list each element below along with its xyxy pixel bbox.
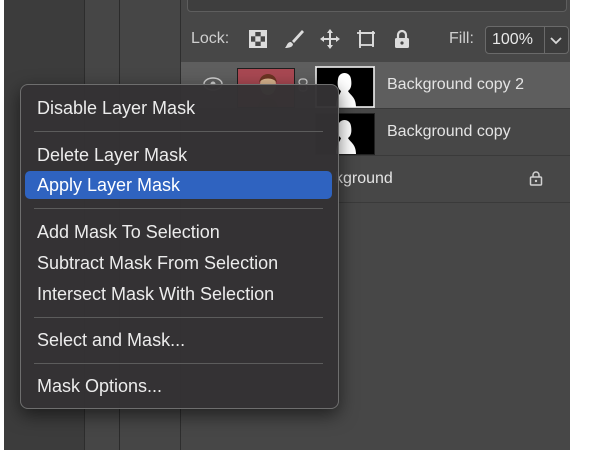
lock-all-icon[interactable] bbox=[391, 28, 413, 50]
menu-item-delete-layer-mask[interactable]: Delete Layer Mask bbox=[25, 141, 332, 169]
fill-label: Fill: bbox=[449, 30, 474, 47]
layer-name: Background copy 2 bbox=[387, 76, 524, 93]
lock-position-icon[interactable] bbox=[319, 28, 341, 50]
chevron-down-icon[interactable] bbox=[548, 32, 564, 48]
menu-item-label: Add Mask To Selection bbox=[37, 222, 220, 242]
fill-separator bbox=[544, 27, 545, 53]
menu-item-disable-layer-mask[interactable]: Disable Layer Mask bbox=[25, 94, 332, 122]
menu-item-label: Disable Layer Mask bbox=[37, 98, 196, 118]
menu-item-label: Subtract Mask From Selection bbox=[37, 253, 279, 273]
menu-item-subtract-mask-from-selection[interactable]: Subtract Mask From Selection bbox=[25, 249, 332, 277]
layer-mask-context-menu: Disable Layer Mask Delete Layer Mask App… bbox=[20, 84, 339, 409]
lock-row: Lock: Fill: 100% bbox=[181, 22, 570, 56]
menu-item-label: Mask Options... bbox=[37, 376, 163, 396]
menu-item-select-and-mask[interactable]: Select and Mask... bbox=[25, 326, 332, 354]
menu-item-add-mask-to-selection[interactable]: Add Mask To Selection bbox=[25, 218, 332, 246]
layer-name: kground bbox=[335, 170, 393, 187]
fill-value: 100% bbox=[492, 31, 533, 48]
menu-separator bbox=[34, 363, 323, 364]
menu-separator bbox=[34, 208, 323, 209]
menu-item-label: Select and Mask... bbox=[37, 330, 186, 350]
menu-separator bbox=[34, 317, 323, 318]
menu-item-intersect-mask-with-selection[interactable]: Intersect Mask With Selection bbox=[25, 280, 332, 308]
menu-item-apply-layer-mask[interactable]: Apply Layer Mask bbox=[25, 171, 332, 199]
menu-item-label: Intersect Mask With Selection bbox=[37, 284, 275, 304]
lock-image-pixels-icon[interactable] bbox=[283, 28, 305, 50]
layer-name: Background copy bbox=[387, 123, 511, 140]
blend-mode-field[interactable] bbox=[187, 0, 567, 12]
lock-transparent-pixels-icon[interactable] bbox=[247, 28, 269, 50]
lock-label: Lock: bbox=[191, 30, 230, 47]
menu-separator bbox=[34, 131, 323, 132]
menu-item-mask-options[interactable]: Mask Options... bbox=[25, 372, 332, 400]
lock-icon bbox=[527, 169, 545, 187]
fill-opacity-field[interactable]: 100% bbox=[485, 26, 569, 54]
menu-item-label: Apply Layer Mask bbox=[37, 175, 181, 195]
menu-item-label: Delete Layer Mask bbox=[37, 145, 188, 165]
lock-artboard-icon[interactable] bbox=[355, 28, 377, 50]
